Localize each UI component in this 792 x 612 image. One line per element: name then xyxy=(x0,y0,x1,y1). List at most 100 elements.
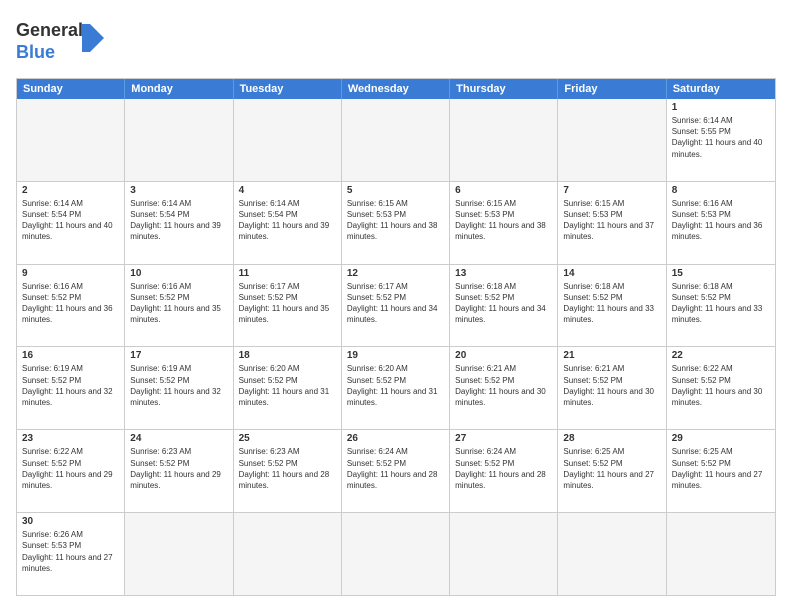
day-number: 24 xyxy=(130,433,227,444)
cell-sun-info: Sunrise: 6:25 AM Sunset: 5:52 PM Dayligh… xyxy=(672,446,770,491)
day-header-friday: Friday xyxy=(558,79,666,99)
calendar-cell xyxy=(17,99,125,181)
cell-sun-info: Sunrise: 6:18 AM Sunset: 5:52 PM Dayligh… xyxy=(455,281,552,326)
cell-sun-info: Sunrise: 6:21 AM Sunset: 5:52 PM Dayligh… xyxy=(455,363,552,408)
calendar-row-3: 16Sunrise: 6:19 AM Sunset: 5:52 PM Dayli… xyxy=(17,347,775,430)
day-number: 12 xyxy=(347,268,444,279)
calendar-row-4: 23 Sunrise: 6:22 AM Sunset: 5:52 PM Dayli… xyxy=(17,430,775,513)
cell-sun-info: Sunrise: 6:19 AM Sunset: 5:52 PM Dayligh… xyxy=(22,363,119,408)
day-number: 14 xyxy=(563,268,660,279)
day-number: 19 xyxy=(347,350,444,361)
calendar-body: 1 Sunrise: 6:14 AM Sunset: 5:55 PM Daylig… xyxy=(17,99,775,595)
cell-sun-info: Sunrise: 6:24 AM Sunset: 5:52 PM Dayligh… xyxy=(347,446,444,491)
calendar-cell: 20 Sunrise: 6:21 AM Sunset: 5:52 PM Dayli… xyxy=(450,347,558,429)
header: GeneralBlue xyxy=(16,16,776,68)
day-number: 15 xyxy=(672,268,770,279)
day-number: 3 xyxy=(130,185,227,196)
cell-sun-info: Sunrise: 6:24 AM Sunset: 5:52 PM Dayligh… xyxy=(455,446,552,491)
calendar-cell: 22 Sunrise: 6:22 AM Sunset: 5:52 PM Dayli… xyxy=(667,347,775,429)
logo-svg: GeneralBlue xyxy=(16,16,116,68)
calendar-cell: 5Sunrise: 6:15 AM Sunset: 5:53 PM Daylig… xyxy=(342,182,450,264)
calendar-cell: 23 Sunrise: 6:22 AM Sunset: 5:52 PM Dayli… xyxy=(17,430,125,512)
calendar-cell: 17Sunrise: 6:19 AM Sunset: 5:52 PM Dayli… xyxy=(125,347,233,429)
svg-text:Blue: Blue xyxy=(16,42,55,62)
calendar-header: SundayMondayTuesdayWednesdayThursdayFrid… xyxy=(17,79,775,99)
day-number: 4 xyxy=(239,185,336,196)
calendar-cell: 4 Sunrise: 6:14 AM Sunset: 5:54 PM Daylig… xyxy=(234,182,342,264)
day-number: 20 xyxy=(455,350,552,361)
day-header-saturday: Saturday xyxy=(667,79,775,99)
cell-sun-info: Sunrise: 6:16 AM Sunset: 5:53 PM Dayligh… xyxy=(672,198,770,243)
cell-sun-info: Sunrise: 6:22 AM Sunset: 5:52 PM Dayligh… xyxy=(672,363,770,408)
calendar-cell: 25 Sunrise: 6:23 AM Sunset: 5:52 PM Dayli… xyxy=(234,430,342,512)
calendar-cell xyxy=(125,513,233,595)
svg-text:General: General xyxy=(16,20,83,40)
calendar-cell xyxy=(558,513,666,595)
cell-sun-info: Sunrise: 6:14 AM Sunset: 5:54 PM Dayligh… xyxy=(22,198,119,243)
calendar-cell xyxy=(667,513,775,595)
cell-sun-info: Sunrise: 6:19 AM Sunset: 5:52 PM Dayligh… xyxy=(130,363,227,408)
calendar-row-2: 9Sunrise: 6:16 AM Sunset: 5:52 PM Daylig… xyxy=(17,265,775,348)
calendar-row-0: 1 Sunrise: 6:14 AM Sunset: 5:55 PM Daylig… xyxy=(17,99,775,182)
cell-sun-info: Sunrise: 6:15 AM Sunset: 5:53 PM Dayligh… xyxy=(347,198,444,243)
calendar: SundayMondayTuesdayWednesdayThursdayFrid… xyxy=(16,78,776,596)
cell-sun-info: Sunrise: 6:26 AM Sunset: 5:53 PM Dayligh… xyxy=(22,529,119,574)
calendar-cell: 26Sunrise: 6:24 AM Sunset: 5:52 PM Dayli… xyxy=(342,430,450,512)
day-number: 10 xyxy=(130,268,227,279)
cell-sun-info: Sunrise: 6:23 AM Sunset: 5:52 PM Dayligh… xyxy=(130,446,227,491)
calendar-cell: 3 Sunrise: 6:14 AM Sunset: 5:54 PM Daylig… xyxy=(125,182,233,264)
cell-sun-info: Sunrise: 6:15 AM Sunset: 5:53 PM Dayligh… xyxy=(563,198,660,243)
cell-sun-info: Sunrise: 6:15 AM Sunset: 5:53 PM Dayligh… xyxy=(455,198,552,243)
calendar-cell xyxy=(558,99,666,181)
calendar-cell: 15Sunrise: 6:18 AM Sunset: 5:52 PM Dayli… xyxy=(667,265,775,347)
cell-sun-info: Sunrise: 6:22 AM Sunset: 5:52 PM Dayligh… xyxy=(22,446,119,491)
day-number: 25 xyxy=(239,433,336,444)
calendar-cell xyxy=(234,99,342,181)
day-number: 29 xyxy=(672,433,770,444)
day-number: 1 xyxy=(672,102,770,113)
cell-sun-info: Sunrise: 6:14 AM Sunset: 5:54 PM Dayligh… xyxy=(239,198,336,243)
day-number: 21 xyxy=(563,350,660,361)
day-number: 13 xyxy=(455,268,552,279)
day-number: 23 xyxy=(22,433,119,444)
day-header-thursday: Thursday xyxy=(450,79,558,99)
calendar-cell: 18 Sunrise: 6:20 AM Sunset: 5:52 PM Dayli… xyxy=(234,347,342,429)
cell-sun-info: Sunrise: 6:20 AM Sunset: 5:52 PM Dayligh… xyxy=(239,363,336,408)
day-header-monday: Monday xyxy=(125,79,233,99)
day-number: 18 xyxy=(239,350,336,361)
calendar-cell xyxy=(342,99,450,181)
cell-sun-info: Sunrise: 6:14 AM Sunset: 5:55 PM Dayligh… xyxy=(672,115,770,160)
calendar-cell: 16Sunrise: 6:19 AM Sunset: 5:52 PM Dayli… xyxy=(17,347,125,429)
cell-sun-info: Sunrise: 6:21 AM Sunset: 5:52 PM Dayligh… xyxy=(563,363,660,408)
calendar-cell: 28Sunrise: 6:25 AM Sunset: 5:52 PM Dayli… xyxy=(558,430,666,512)
page: GeneralBlue SundayMondayTuesdayWednesday… xyxy=(0,0,792,612)
calendar-cell xyxy=(450,99,558,181)
calendar-cell xyxy=(342,513,450,595)
calendar-cell: 1 Sunrise: 6:14 AM Sunset: 5:55 PM Daylig… xyxy=(667,99,775,181)
calendar-cell: 8Sunrise: 6:16 AM Sunset: 5:53 PM Daylig… xyxy=(667,182,775,264)
calendar-cell: 24 Sunrise: 6:23 AM Sunset: 5:52 PM Dayli… xyxy=(125,430,233,512)
cell-sun-info: Sunrise: 6:14 AM Sunset: 5:54 PM Dayligh… xyxy=(130,198,227,243)
day-number: 22 xyxy=(672,350,770,361)
calendar-cell: 19 Sunrise: 6:20 AM Sunset: 5:52 PM Dayli… xyxy=(342,347,450,429)
day-header-wednesday: Wednesday xyxy=(342,79,450,99)
calendar-cell: 12Sunrise: 6:17 AM Sunset: 5:52 PM Dayli… xyxy=(342,265,450,347)
day-number: 6 xyxy=(455,185,552,196)
calendar-cell: 13 Sunrise: 6:18 AM Sunset: 5:52 PM Dayli… xyxy=(450,265,558,347)
cell-sun-info: Sunrise: 6:20 AM Sunset: 5:52 PM Dayligh… xyxy=(347,363,444,408)
calendar-cell xyxy=(234,513,342,595)
day-number: 7 xyxy=(563,185,660,196)
day-header-tuesday: Tuesday xyxy=(234,79,342,99)
day-number: 30 xyxy=(22,516,119,527)
calendar-row-5: 30 Sunrise: 6:26 AM Sunset: 5:53 PM Dayli… xyxy=(17,513,775,595)
calendar-cell: 9Sunrise: 6:16 AM Sunset: 5:52 PM Daylig… xyxy=(17,265,125,347)
day-number: 27 xyxy=(455,433,552,444)
calendar-cell: 21 Sunrise: 6:21 AM Sunset: 5:52 PM Dayli… xyxy=(558,347,666,429)
calendar-row-1: 2Sunrise: 6:14 AM Sunset: 5:54 PM Daylig… xyxy=(17,182,775,265)
day-header-sunday: Sunday xyxy=(17,79,125,99)
calendar-cell: 14 Sunrise: 6:18 AM Sunset: 5:52 PM Dayli… xyxy=(558,265,666,347)
cell-sun-info: Sunrise: 6:17 AM Sunset: 5:52 PM Dayligh… xyxy=(239,281,336,326)
calendar-cell xyxy=(125,99,233,181)
cell-sun-info: Sunrise: 6:23 AM Sunset: 5:52 PM Dayligh… xyxy=(239,446,336,491)
cell-sun-info: Sunrise: 6:18 AM Sunset: 5:52 PM Dayligh… xyxy=(563,281,660,326)
